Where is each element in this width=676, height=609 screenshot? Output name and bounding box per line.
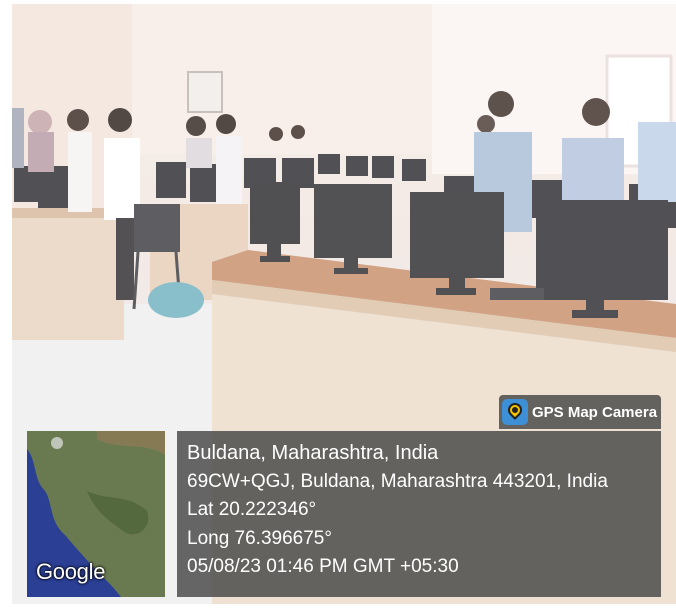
gps-map-camera-icon: [502, 399, 528, 425]
gps-map-camera-badge: GPS Map Camera: [499, 395, 661, 429]
map-thumbnail: Google: [27, 431, 165, 597]
address-line: 69CW+QGJ, Buldana, Maharashtra 443201, I…: [187, 470, 608, 492]
google-logo: Google: [36, 559, 106, 584]
longitude: Long 76.396675°: [187, 527, 332, 549]
map-cloud: [51, 437, 63, 449]
timestamp: 05/08/23 01:46 PM GMT +05:30: [187, 556, 459, 578]
gps-map-camera-label: GPS Map Camera: [532, 403, 658, 421]
latitude: Lat 20.222346°: [187, 499, 317, 521]
location-info-panel: Buldana, Maharashtra, India 69CW+QGJ, Bu…: [177, 431, 661, 597]
location-title: Buldana, Maharashtra, India: [187, 442, 439, 464]
